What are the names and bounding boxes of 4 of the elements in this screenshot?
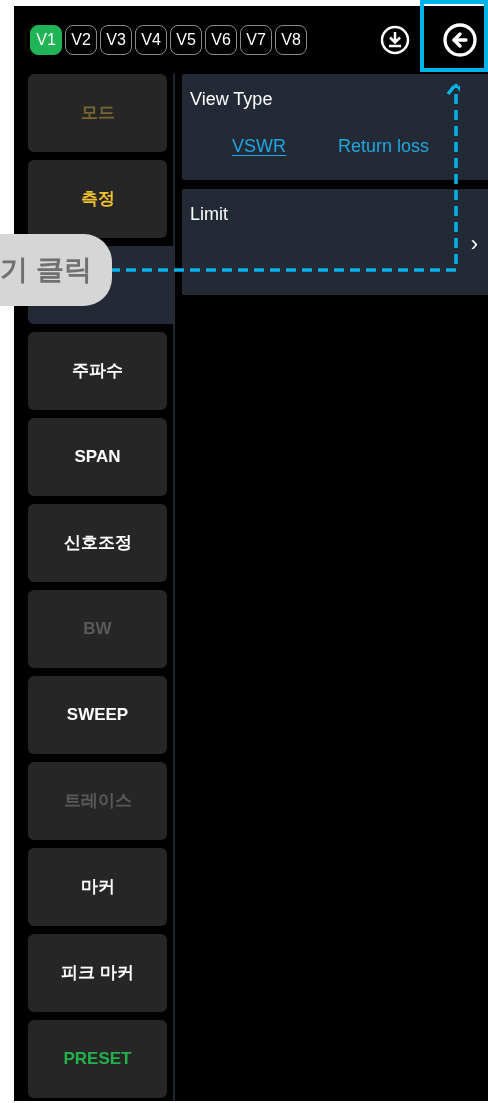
click-hint-tooltip: 기 클릭 xyxy=(0,234,112,306)
panel-title: View Type xyxy=(190,88,273,111)
panel-title: Limit xyxy=(190,203,228,226)
chevron-icon: › xyxy=(470,227,478,260)
